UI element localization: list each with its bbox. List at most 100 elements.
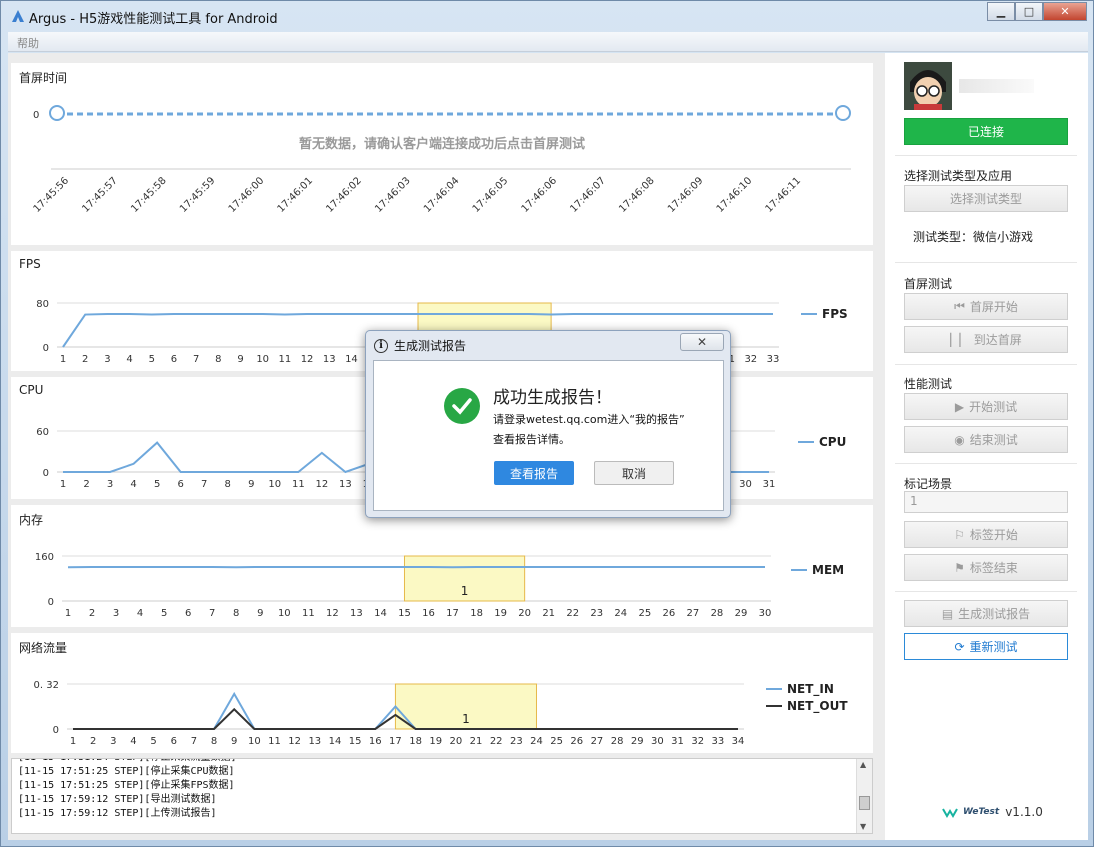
x-tick-label: 5	[154, 479, 160, 490]
brand-label: WeTest	[963, 807, 1000, 817]
x-tick-label: 31	[763, 479, 776, 490]
x-tick-label: 9	[257, 608, 263, 619]
x-tick-label: 9	[248, 479, 254, 490]
menu-help[interactable]: 帮助	[17, 35, 39, 51]
x-tick-label: 13	[350, 608, 363, 619]
minimize-button[interactable]: ▁	[987, 2, 1015, 21]
log-scrollbar[interactable]: ▲ ▼	[856, 759, 872, 833]
x-tick-label: 19	[429, 736, 442, 747]
username-redacted	[959, 79, 1034, 93]
y-tick-label: 0	[43, 468, 49, 479]
x-tick-label: 19	[494, 608, 507, 619]
x-tick-label: 17:45:58	[129, 175, 169, 215]
first-screen-panel: 首屏时间 0 17:45:56 17:45:57 17:45:58 17:45:59 17…	[11, 63, 873, 245]
x-tick-label: 11	[292, 479, 305, 490]
scroll-down-icon[interactable]: ▼	[860, 822, 866, 831]
log-line: [11-15 17:59:12 STEP][导出测试数据]	[18, 794, 217, 805]
x-tick-label: 3	[110, 736, 116, 747]
x-tick-label: 30	[651, 736, 664, 747]
flag-outline-icon: ⚐	[954, 527, 965, 542]
x-tick-label: 11	[268, 736, 281, 747]
y-tick-label: 0	[48, 597, 54, 608]
end-test-button[interactable]: ◉ 结束测试	[904, 426, 1068, 453]
dialog-close-button[interactable]: ✕	[680, 333, 724, 351]
y-tick-label: 80	[36, 299, 49, 310]
x-tick-label: 3	[104, 354, 110, 365]
wetest-logo-icon	[942, 808, 958, 818]
x-tick-label: 6	[177, 479, 183, 490]
x-tick-label: 33	[711, 736, 724, 747]
x-tick-label: 8	[233, 608, 239, 619]
scroll-thumb[interactable]	[859, 796, 870, 810]
x-tick-label: 8	[211, 736, 217, 747]
x-tick-label: 9	[237, 354, 243, 365]
empty-message: 暂无数据，请确认客户端连接成功后点击首屏测试	[298, 137, 585, 152]
marked-scene-label: 1	[461, 584, 469, 598]
x-tick-label: 30	[759, 608, 772, 619]
test-type-label: 测试类型：微信小游戏	[913, 230, 1034, 244]
x-tick-label: 8	[215, 354, 221, 365]
avatar	[904, 62, 952, 110]
x-tick-label: 23	[590, 608, 603, 619]
mem-chart: 160011 2 3 4 5 6 7 8 9 10 11 12 13 14 15 16 17 18 19 20 21 22…	[35, 552, 772, 619]
x-tick-label: 32	[744, 354, 757, 365]
x-tick-label: 1	[60, 479, 66, 490]
refresh-icon: ⟳	[954, 639, 965, 654]
close-button[interactable]: ✕	[1043, 2, 1087, 21]
first-screen-arrive-button[interactable]: ▏▏ 到达首屏	[904, 326, 1068, 353]
cancel-button[interactable]: 取消	[594, 461, 674, 485]
x-tick-label: 28	[711, 608, 724, 619]
mark-end-button[interactable]: ⚑ 标签结束	[904, 554, 1068, 581]
range-end-handle	[835, 105, 851, 121]
x-tick-label: 26	[662, 608, 675, 619]
scroll-up-icon[interactable]: ▲	[860, 760, 866, 769]
select-test-type-button[interactable]: 选择测试类型	[904, 185, 1068, 212]
x-tick-label: 7	[209, 608, 215, 619]
view-report-button[interactable]: 查看报告	[494, 461, 574, 485]
x-tick-label: 12	[288, 736, 301, 747]
net-chart: 0. 32011 2 3 4 5 6 7 8 9 10 11 12 13 14 15 16 17 18 19 20 21…	[34, 680, 745, 747]
y-tick-label: 0	[53, 725, 59, 736]
x-tick-label: 5	[161, 608, 167, 619]
maximize-button[interactable]: □	[1015, 2, 1043, 21]
x-tick-label: 13	[308, 736, 321, 747]
x-tick-label: 4	[130, 736, 136, 747]
x-tick-label: 22	[490, 736, 503, 747]
connected-button[interactable]: 已连接	[904, 118, 1068, 145]
x-tick-label: 24	[614, 608, 627, 619]
mem-legend: MEM	[791, 563, 844, 577]
start-test-button[interactable]: ▶ 开始测试	[904, 393, 1068, 420]
fps-legend: FPS	[801, 307, 848, 321]
x-tick-label: 17:46:05	[471, 175, 511, 215]
x-tick-label: 26	[570, 736, 583, 747]
x-tick-label: 12	[326, 608, 339, 619]
dialog-title-bar: i 生成测试报告	[374, 337, 466, 354]
x-tick-label: 18	[470, 608, 483, 619]
play-circle-icon: ▶	[954, 399, 965, 414]
x-tick-label: 31	[671, 736, 684, 747]
first-screen-start-button[interactable]: ⏮ 首屏开始	[904, 293, 1068, 320]
mark-start-button[interactable]: ⚐ 标签开始	[904, 521, 1068, 548]
pause-bars-icon: ▏▏	[950, 332, 969, 347]
x-tick-label: 17:46:06	[520, 175, 560, 215]
report-dialog: i 生成测试报告 ✕ 成功生成报告！ 请登录wetest.qq.com进入“我的…	[365, 330, 731, 518]
marked-scene-label: 1	[462, 712, 470, 726]
x-tick-label: 17:46:07	[568, 175, 608, 215]
retest-button[interactable]: ⟳ 重新测试	[904, 633, 1068, 660]
log-area[interactable]: [11-15 17:51:24 STEP][停止采集流量数据][11-15 17…	[11, 758, 873, 834]
x-tick-label: 17:46:00	[227, 175, 267, 215]
mark-scene-input[interactable]: 1	[904, 491, 1068, 513]
x-tick-label: 33	[767, 354, 780, 365]
x-tick-label: 25	[550, 736, 563, 747]
x-tick-label: 17	[389, 736, 402, 747]
x-tick-label: 17:46:08	[617, 175, 657, 215]
flag-filled-icon: ⚑	[954, 560, 965, 575]
generate-report-button[interactable]: ▤ 生成测试报告	[904, 600, 1068, 627]
x-tick-label: 22	[566, 608, 579, 619]
x-tick-label: 23	[510, 736, 523, 747]
x-tick-label: 32	[691, 736, 704, 747]
x-tick-label: 14	[329, 736, 342, 747]
x-tick-label: 17:46:10	[715, 175, 755, 215]
x-tick-label: 13	[339, 479, 352, 490]
x-tick-label: 10	[268, 479, 281, 490]
